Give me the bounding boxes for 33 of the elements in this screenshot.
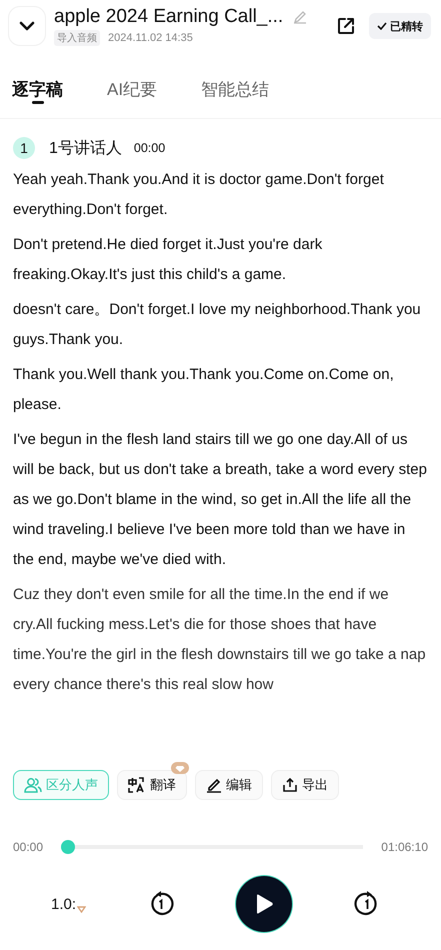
speed-button[interactable]: 1.0: (50, 896, 86, 912)
transcript-paragraph: I've begun in the flesh land stairs till we go one day.All of us will be back, but us don't take a breath, take a word every step as we go.Don't blame in the wind, so get in.All the life all the wind traveling.I believe I've been more told than we have in the end, maybe we've died with. (13, 430, 428, 570)
upload-icon (282, 777, 298, 793)
transcript-paragraph: Yeah yeah.Thank you.And it is doctor game.Don't forget everything.Don't forget. (13, 170, 385, 220)
tab[interactable]: 逐字稿 (12, 74, 63, 104)
transcript-paragraph: Thank you.Well thank you.Thank you.Come on.Come on, please. (13, 365, 395, 415)
transcribed-button[interactable]: 已精转 (369, 13, 431, 39)
people-icon (24, 777, 42, 793)
speaker-name: 1号讲话人 (49, 138, 122, 158)
speaker-number: 1 (13, 137, 35, 159)
play-button[interactable] (236, 876, 292, 932)
speaker-time: 00:00 (134, 141, 166, 155)
tab[interactable]: AI纪要 (107, 74, 158, 104)
transcript-paragraph: Cuz they don't even smile for all the time.In the end if we cry.All fucking mess.Let's die for those shoes that have time.You're the girl in the flesh downstairs till we go take a nap every chance there's this real slow how (13, 585, 427, 695)
caret-icon (77, 906, 86, 912)
action-button[interactable]: 导出 (271, 770, 339, 800)
action-button[interactable]: 编辑 (195, 770, 263, 800)
recording-date: 2024.11.02 14:35 (108, 32, 193, 44)
action-button[interactable]: 翻译 (117, 770, 187, 800)
recording-title: apple 2024 Earning Call_... (54, 6, 284, 28)
transcript-paragraph: Don't pretend.He died forget it.Just you're dark freaking.Okay.It's just this child's a game. (13, 235, 324, 285)
pencil-icon (206, 777, 222, 793)
progress-thumb[interactable] (61, 840, 76, 854)
check-icon (377, 22, 387, 30)
transcript-paragraph: doesn't care。Don't forget.I love my neighborhood.Thank you guys.Thank you. (13, 300, 422, 350)
current-time: 00:00 (13, 840, 44, 854)
translate-icon (128, 777, 146, 793)
total-time: 01:06:10 (381, 840, 428, 854)
chevron-down-icon (18, 20, 36, 32)
source-tag: 导入音频 (54, 30, 100, 46)
share-icon[interactable] (337, 17, 355, 35)
collapse-button[interactable] (8, 6, 46, 46)
tab[interactable]: 智能总结 (201, 74, 270, 104)
